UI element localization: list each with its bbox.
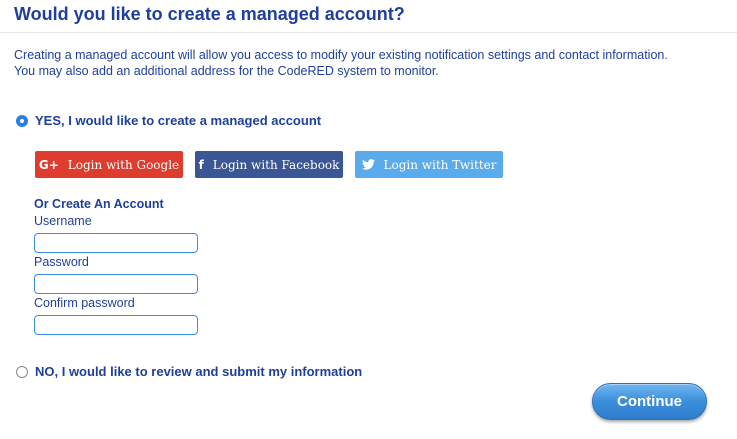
- header-divider: [0, 32, 737, 33]
- login-google-button[interactable]: G+ Login with Google: [35, 151, 183, 178]
- yes-label[interactable]: YES, I would like to create a managed ac…: [35, 113, 321, 128]
- login-google-label: Login with Google: [67, 157, 180, 172]
- confirm-password-field[interactable]: [34, 315, 198, 335]
- no-label[interactable]: NO, I would like to review and submit my…: [35, 364, 362, 379]
- continue-button[interactable]: Continue: [592, 383, 707, 420]
- login-twitter-button[interactable]: Login with Twitter: [355, 151, 503, 178]
- yes-radio[interactable]: [16, 114, 28, 127]
- google-plus-icon: G+: [38, 157, 59, 172]
- facebook-icon: f: [198, 157, 204, 172]
- option-no[interactable]: NO, I would like to review and submit my…: [16, 364, 362, 379]
- page-title: Would you like to create a managed accou…: [14, 4, 405, 24]
- username-field[interactable]: [34, 233, 198, 253]
- username-label: Username: [34, 214, 92, 228]
- login-facebook-label: Login with Facebook: [212, 157, 340, 172]
- create-account-title: Or Create An Account: [34, 197, 164, 211]
- no-radio[interactable]: [16, 365, 28, 378]
- confirm-password-label: Confirm password: [34, 296, 135, 310]
- intro-line-2: You may also add an additional address f…: [14, 64, 439, 78]
- twitter-icon: [361, 159, 375, 170]
- intro-text: Creating a managed account will allow yo…: [14, 47, 729, 79]
- intro-line-1: Creating a managed account will allow yo…: [14, 48, 668, 62]
- login-twitter-label: Login with Twitter: [383, 157, 497, 172]
- option-yes[interactable]: YES, I would like to create a managed ac…: [16, 113, 321, 128]
- login-facebook-button[interactable]: f Login with Facebook: [195, 151, 343, 178]
- password-label: Password: [34, 255, 89, 269]
- password-field[interactable]: [34, 274, 198, 294]
